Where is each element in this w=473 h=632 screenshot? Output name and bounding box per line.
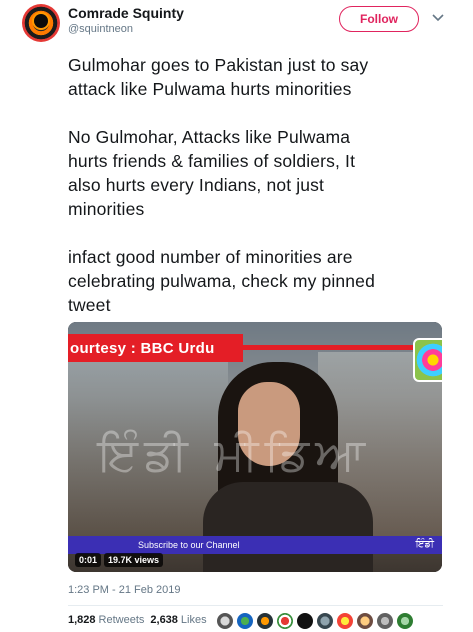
subscribe-text: Subscribe to our Channel: [138, 540, 240, 550]
liker-avatar[interactable]: [316, 612, 334, 630]
elapsed-time-badge: 0:01: [75, 553, 102, 567]
video-watermark: ਇੰਡੀ ਮੀਡਿਆ: [98, 427, 372, 481]
speaker-body: [203, 482, 373, 572]
author-name[interactable]: Comrade Squinty: [68, 5, 184, 21]
liker-avatar[interactable]: [376, 612, 394, 630]
liker-avatars: [216, 612, 414, 630]
likes-count[interactable]: 2,638: [150, 614, 178, 626]
subscribe-bar-right-text: ਇੰਡੀ: [415, 539, 434, 550]
tweet-stats: 1,828 Retweets 2,638 Likes: [68, 614, 207, 626]
divider: [68, 605, 443, 606]
video-badges: 0:01 19.7K views: [75, 553, 164, 567]
liker-avatar[interactable]: [256, 612, 274, 630]
author-avatar[interactable]: [22, 4, 60, 42]
liker-avatar[interactable]: [336, 612, 354, 630]
tweet-paragraph: infact good number of minorities are cel…: [68, 247, 375, 315]
retweets-label[interactable]: Retweets: [99, 614, 145, 626]
views-badge: 19.7K views: [104, 553, 164, 567]
liker-avatar[interactable]: [356, 612, 374, 630]
liker-avatar[interactable]: [396, 612, 414, 630]
courtesy-banner: ourtesy : BBC Urdu: [68, 334, 243, 362]
chevron-down-icon[interactable]: [430, 10, 446, 26]
video-player[interactable]: ourtesy : BBC Urdu ਇੰਡੀ ਮੀਡਿਆ Subscribe …: [68, 322, 442, 572]
channel-logo: [413, 338, 442, 382]
retweets-count[interactable]: 1,828: [68, 614, 96, 626]
tweet-paragraph: Gulmohar goes to Pakistan just to say at…: [68, 55, 369, 99]
liker-avatar[interactable]: [236, 612, 254, 630]
liker-avatar[interactable]: [216, 612, 234, 630]
follow-button[interactable]: Follow: [339, 6, 419, 32]
tweet-header: Comrade Squinty @squintneon Follow: [0, 0, 473, 50]
tweet-text: Gulmohar goes to Pakistan just to say at…: [68, 53, 438, 341]
subscribe-bar: Subscribe to our Channel ਇੰਡੀ: [68, 536, 442, 554]
tweet-timestamp[interactable]: 1:23 PM - 21 Feb 2019: [68, 584, 181, 596]
tweet-paragraph: No Gulmohar, Attacks like Pulwama hurts …: [68, 127, 356, 219]
liker-avatar[interactable]: [296, 612, 314, 630]
author-handle[interactable]: @squintneon: [68, 23, 133, 35]
likes-label[interactable]: Likes: [181, 614, 207, 626]
liker-avatar[interactable]: [276, 612, 294, 630]
